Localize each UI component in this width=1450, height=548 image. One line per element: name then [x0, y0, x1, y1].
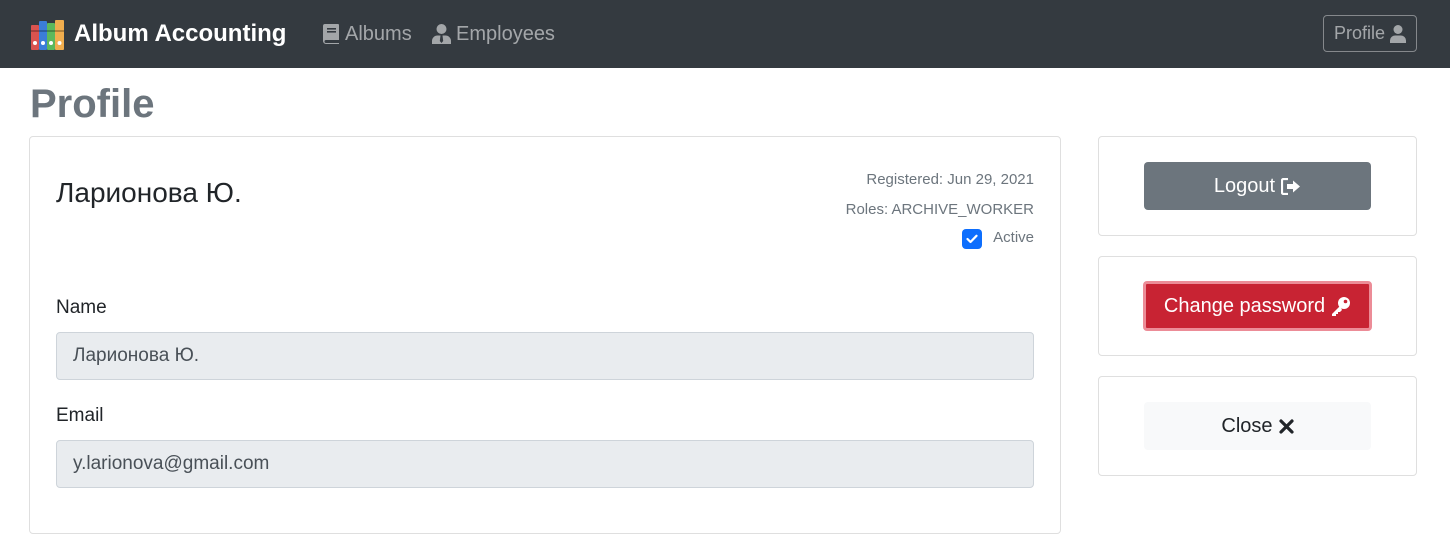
brand-link[interactable]: Album Accounting [30, 17, 286, 51]
nav-employees-link[interactable]: Employees [432, 20, 555, 48]
name-field[interactable] [56, 332, 1034, 380]
close-button-label: Close [1221, 414, 1273, 437]
nav-albums-label: Albums [345, 22, 412, 45]
profile-button[interactable]: Profile [1323, 15, 1417, 52]
logout-button[interactable]: Logout [1144, 162, 1371, 210]
nav-employees-label: Employees [456, 22, 555, 45]
name-label: Name [56, 297, 107, 318]
change-password-button-label: Change password [1163, 294, 1326, 317]
user-icon [1390, 24, 1407, 43]
change-password-button[interactable]: Change password [1143, 281, 1372, 331]
email-field[interactable] [56, 440, 1034, 488]
active-label: Active [993, 229, 1034, 246]
user-tie-icon [432, 24, 451, 44]
times-icon [1278, 418, 1294, 434]
logout-button-label: Logout [1213, 174, 1276, 197]
check-icon [966, 234, 978, 244]
profile-card: Ларионова Ю. Registered: Jun 29, 2021 Ro… [29, 136, 1061, 534]
close-card: Close [1098, 376, 1417, 476]
change-password-card: Change password [1098, 256, 1417, 356]
nav-albums-link[interactable]: Albums [323, 20, 412, 48]
binders-logo-icon [31, 20, 64, 50]
registered-date: Registered: Jun 29, 2021 [866, 171, 1034, 188]
user-name-heading: Ларионова Ю. [56, 177, 242, 208]
top-navbar: Album Accounting Albums Employees Profil… [0, 0, 1450, 68]
sign-out-icon [1281, 177, 1301, 195]
book-icon [323, 24, 339, 44]
email-label: Email [56, 405, 104, 426]
page-title: Profile [30, 82, 155, 126]
active-status: Active [962, 226, 1034, 249]
active-checkbox[interactable] [962, 229, 983, 249]
key-icon [1332, 297, 1351, 316]
brand-title: Album Accounting [74, 20, 287, 47]
profile-button-label: Profile [1333, 23, 1386, 43]
close-button[interactable]: Close [1144, 402, 1371, 450]
user-roles: Roles: ARCHIVE_WORKER [845, 201, 1034, 218]
logout-card: Logout [1098, 136, 1417, 236]
